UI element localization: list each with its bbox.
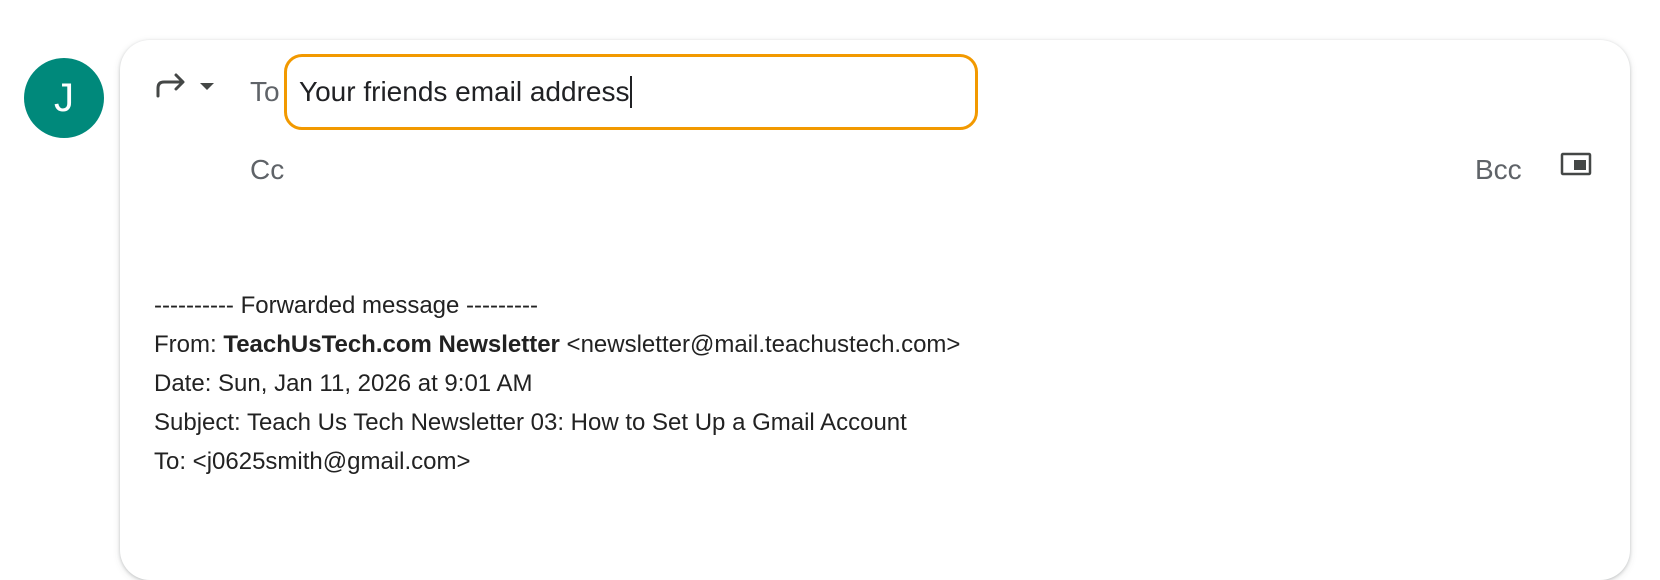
from-email: <newsletter@mail.teachustech.com> — [559, 331, 961, 358]
from-name: TeachUsTech.com Newsletter — [223, 331, 560, 358]
forwarded-subject: Subject: Teach Us Tech Newsletter 03: Ho… — [154, 409, 907, 436]
avatar-initial: J — [54, 75, 74, 120]
avatar[interactable]: J — [24, 58, 104, 138]
to-field[interactable]: Your friends email address — [284, 54, 978, 130]
forwarded-message: ---------- Forwarded message --------- F… — [154, 286, 960, 481]
from-label: From: — [154, 331, 224, 358]
caret-down-icon[interactable] — [198, 79, 216, 97]
text-cursor — [630, 76, 633, 108]
to-input[interactable]: Your friends email address — [299, 76, 629, 108]
forward-arrow-icon — [154, 72, 188, 103]
to-label: To — [250, 76, 280, 107]
forwarded-header: ---------- Forwarded message --------- — [154, 292, 538, 319]
bcc-button[interactable]: Bcc — [1475, 154, 1522, 186]
forwarded-date: Date: Sun, Jan 11, 2026 at 9:01 AM — [154, 370, 533, 397]
compose-card: To Your friends email address Cc Bcc ---… — [120, 40, 1630, 580]
forwarded-from: From: TeachUsTech.com Newsletter <newsle… — [154, 325, 960, 364]
pop-out-icon[interactable] — [1560, 152, 1592, 181]
cc-button[interactable]: Cc — [250, 154, 284, 186]
forwarded-to: To: <j0625smith@gmail.com> — [154, 448, 471, 475]
reply-type-selector[interactable] — [154, 72, 216, 103]
